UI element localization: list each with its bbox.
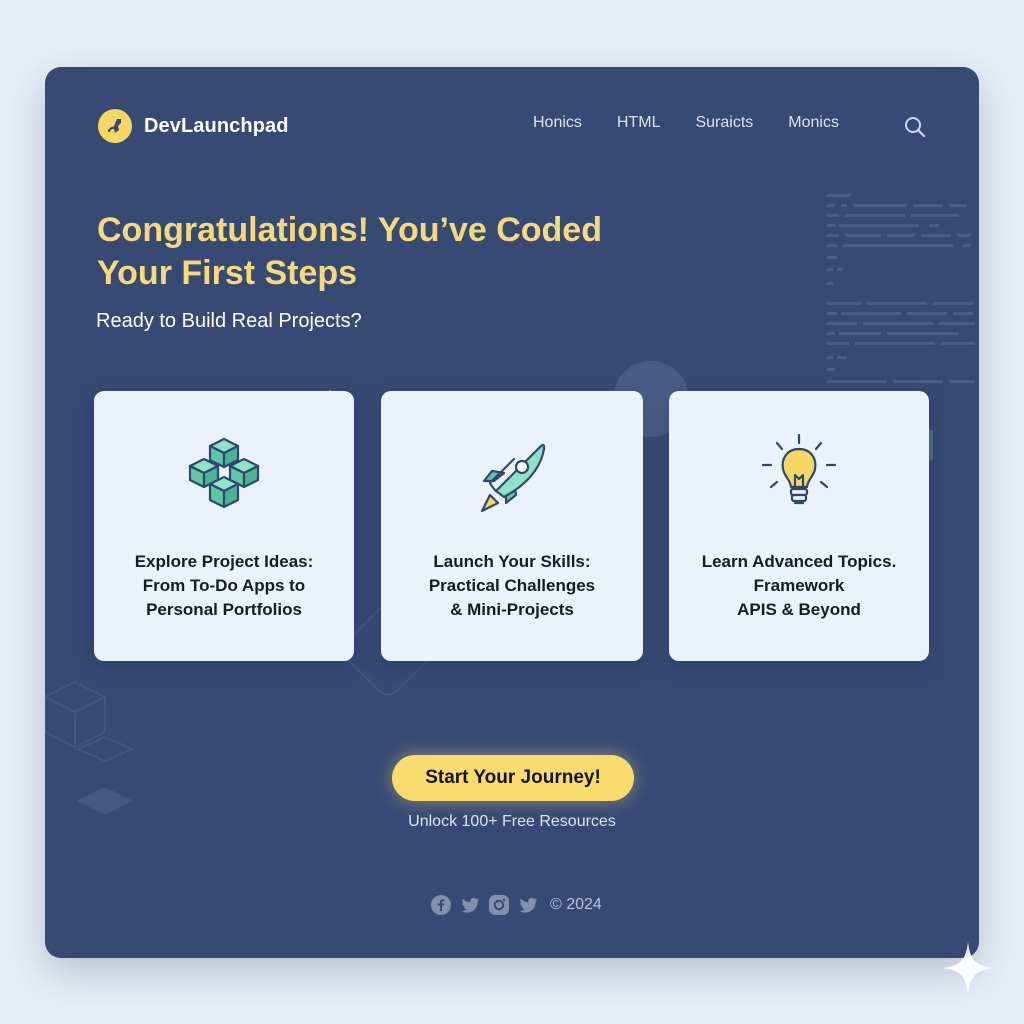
rocket-swirl-icon [98,109,132,143]
page-title: Congratulations! You’ve Coded Your First… [97,209,717,295]
nav-item-html[interactable]: HTML [617,114,661,132]
start-journey-button[interactable]: Start Your Journey! [392,755,634,801]
isometric-cube-decoration [45,680,135,815]
card-line: APIS & Beyond [737,600,861,619]
rocket-icon [470,433,554,517]
brand[interactable]: DevLaunchpad [98,109,289,143]
nav-item-monics[interactable]: Monics [788,114,839,132]
code-pattern-decoration [827,194,975,383]
brand-name: DevLaunchpad [144,114,289,137]
cubes-icon [182,433,266,517]
card-line: Framework [753,576,845,595]
footer: © 2024 [431,895,602,915]
card-line: Launch Your Skills: [433,552,591,571]
card-project-ideas-text: Explore Project Ideas: From To-Do Apps t… [104,550,344,622]
card-advanced-topics-text: Learn Advanced Topics. Framework APIS & … [679,550,919,622]
nav-item-suraicts[interactable]: Suraicts [695,114,753,132]
card-line: Explore Project Ideas: [134,552,314,571]
lightbulb-icon [757,433,841,517]
card-line: & Mini-Projects [450,600,574,619]
instagram-icon[interactable] [489,895,509,915]
card-line: Personal Portfolios [146,600,302,619]
sparkle-icon [942,942,994,994]
page-title-line-2: Your First Steps [97,254,358,292]
card-launch-skills-text: Launch Your Skills: Practical Challenges… [391,550,633,622]
card-line: Learn Advanced Topics. [701,552,897,571]
copyright: © 2024 [550,896,602,913]
card-project-ideas[interactable]: Explore Project Ideas: From To-Do Apps t… [94,391,354,661]
card-line: Practical Challenges [428,576,596,595]
cta-note: Unlock 100+ Free Resources [408,813,616,830]
nav-item-honics[interactable]: Honics [533,114,582,132]
search-icon[interactable] [903,115,927,139]
page-title-line-1: Congratulations! You’ve Coded [97,211,602,249]
card-advanced-topics[interactable]: Learn Advanced Topics. Framework APIS & … [669,391,929,661]
facebook-icon[interactable] [431,895,451,915]
twitter-icon[interactable] [518,895,538,915]
card-launch-skills[interactable]: Launch Your Skills: Practical Challenges… [381,391,643,661]
top-nav: Honics HTML Suraicts Monics [533,114,839,132]
landing-panel: DevLaunchpad Honics HTML Suraicts Monics… [45,67,979,958]
card-line: From To-Do Apps to [142,576,306,595]
subheadline: Ready to Build Real Projects? [96,310,362,332]
twitter-icon[interactable] [460,895,480,915]
